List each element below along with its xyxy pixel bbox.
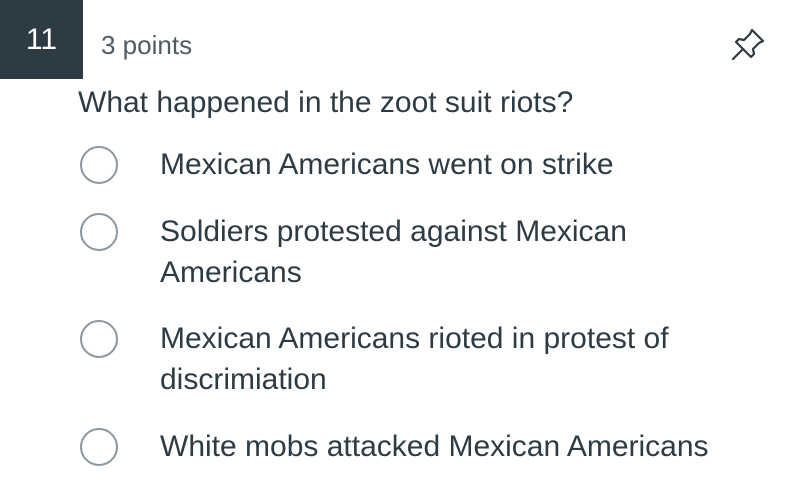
radio-button[interactable] bbox=[80, 213, 118, 251]
answer-option-3[interactable]: Mexican Americans rioted in protest of d… bbox=[76, 318, 776, 402]
question-number: 11 bbox=[0, 0, 83, 79]
radio-button[interactable] bbox=[80, 320, 118, 358]
answer-option-1[interactable]: Mexican Americans went on strike bbox=[76, 144, 776, 188]
answer-label: Mexican Americans rioted in protest of d… bbox=[160, 322, 669, 396]
question-text: What happened in the zoot suit riots? bbox=[78, 86, 574, 119]
radio-button[interactable] bbox=[80, 146, 118, 184]
radio-button[interactable] bbox=[80, 428, 118, 466]
answer-label: Soldiers protested against Mexican Ameri… bbox=[160, 215, 627, 289]
question-points: 3 points bbox=[101, 30, 193, 60]
answer-label: White mobs attacked Mexican Americans bbox=[160, 430, 709, 463]
pin-icon[interactable] bbox=[728, 25, 768, 65]
answer-label: Mexican Americans went on strike bbox=[160, 148, 614, 181]
answer-option-2[interactable]: Soldiers protested against Mexican Ameri… bbox=[76, 211, 776, 295]
answer-option-4[interactable]: White mobs attacked Mexican Americans bbox=[76, 426, 776, 470]
